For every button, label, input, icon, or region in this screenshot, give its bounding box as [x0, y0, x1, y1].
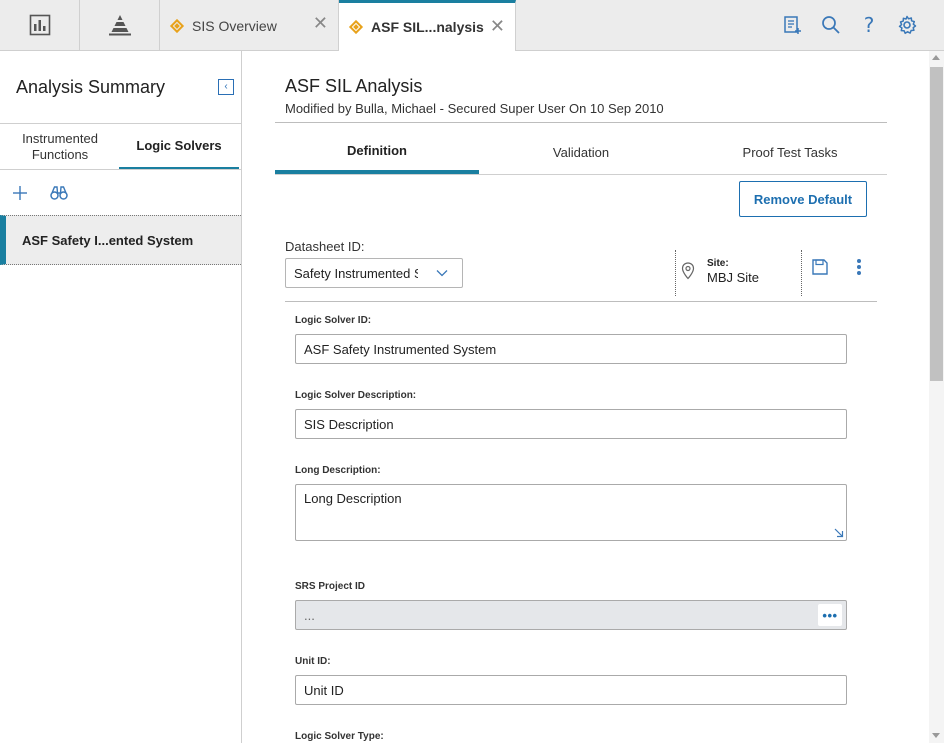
divider: [285, 301, 877, 302]
field-label: Logic Solver Description:: [295, 390, 417, 401]
long-description-field[interactable]: Long Description: [295, 484, 847, 541]
logic-solver-description-field[interactable]: SIS Description: [295, 409, 847, 439]
search-button[interactable]: [819, 13, 843, 37]
scrollbar[interactable]: [929, 51, 944, 743]
list-item[interactable]: ASF Safety I...ented System: [0, 215, 241, 265]
add-icon: [13, 186, 27, 200]
field-value: Long Description: [304, 491, 402, 506]
settings-button[interactable]: [895, 13, 919, 37]
modified-info: Modified by Bulla, Michael - Secured Sup…: [285, 101, 664, 116]
dashboard-icon: [29, 14, 50, 36]
close-icon[interactable]: ✕: [490, 17, 505, 37]
tab-label: Logic Solvers: [136, 137, 222, 153]
help-icon: ?: [863, 13, 875, 37]
tab-asf-sil-analysis[interactable]: ASF SIL...nalysis ✕: [339, 0, 516, 51]
tab-definition[interactable]: Definition: [275, 130, 479, 174]
field-value: ...: [304, 607, 315, 623]
tab-label: SIS Overview: [192, 17, 277, 34]
find-button[interactable]: [49, 183, 69, 203]
field-label: Long Description:: [295, 465, 381, 476]
tab-logic-solvers[interactable]: Logic Solvers: [119, 124, 239, 170]
logic-solver-id-field[interactable]: ASF Safety Instrumented System: [295, 334, 847, 364]
tab-label: Instrumented Functions: [22, 131, 98, 162]
tab-validation[interactable]: Validation: [479, 130, 683, 174]
close-icon[interactable]: ✕: [313, 14, 328, 34]
location-pin-icon: [681, 262, 695, 280]
search-icon: [822, 16, 840, 34]
field-label: Logic Solver Type:: [295, 731, 384, 742]
datasheet-select[interactable]: Safety Instrumented System: [285, 258, 463, 288]
lookup-button[interactable]: •••: [818, 604, 842, 626]
divider: [675, 250, 676, 296]
expand-icon[interactable]: [834, 528, 844, 538]
panel-title: Analysis Summary: [16, 77, 166, 97]
pyramid-icon: [108, 15, 131, 36]
diamond-icon: [169, 18, 185, 33]
new-record-icon: [784, 16, 801, 34]
srs-project-id-field[interactable]: ... •••: [295, 600, 847, 630]
field-label: Logic Solver ID:: [295, 315, 372, 326]
field-label: Unit ID:: [295, 656, 331, 667]
collapse-panel-button[interactable]: ‹: [218, 79, 234, 95]
more-vertical-icon: [857, 259, 861, 275]
save-icon: [812, 259, 828, 275]
divider: [275, 174, 887, 175]
scroll-down-arrow[interactable]: [932, 733, 940, 738]
divider: [0, 169, 241, 170]
tab-label: ASF SIL...nalysis: [371, 19, 484, 35]
site-label: Site:: [707, 258, 729, 269]
field-value: Unit ID: [304, 682, 344, 698]
datasheet-value: Safety Instrumented System: [294, 265, 418, 281]
unit-id-field[interactable]: Unit ID: [295, 675, 847, 705]
divider: [801, 250, 802, 296]
field-value: ASF Safety Instrumented System: [304, 341, 497, 357]
dashboard-button[interactable]: [0, 0, 80, 50]
tab-instrumented-functions[interactable]: Instrumented Functions: [0, 124, 120, 170]
scroll-thumb[interactable]: [930, 67, 943, 381]
field-value: SIS Description: [304, 416, 394, 432]
add-button[interactable]: [10, 183, 30, 203]
diamond-icon: [348, 19, 364, 35]
binoculars-icon: [50, 186, 68, 200]
remove-default-button[interactable]: Remove Default: [739, 181, 867, 217]
page-title: ASF SIL Analysis: [285, 76, 423, 96]
divider: [275, 122, 887, 123]
pyramid-button[interactable]: [80, 0, 160, 50]
datasheet-label: Datasheet ID:: [285, 239, 365, 254]
tab-label: Validation: [552, 144, 610, 160]
save-button[interactable]: [811, 258, 829, 276]
site-value: MBJ Site: [707, 270, 760, 285]
scroll-up-arrow[interactable]: [932, 55, 940, 60]
analysis-summary-panel: Analysis Summary ‹ Instrumented Function…: [0, 51, 242, 743]
field-label: SRS Project ID: [295, 581, 366, 592]
chevron-down-icon: [436, 270, 448, 277]
tab-label: Proof Test Tasks: [742, 144, 838, 160]
new-record-button[interactable]: [780, 13, 804, 37]
gear-icon: [898, 15, 917, 35]
chevron-left-icon: ‹: [224, 81, 228, 92]
list-item-label: ASF Safety I...ented System: [22, 232, 194, 248]
top-bar: SIS Overview ✕ ASF SIL...nalysis ✕ ?: [0, 0, 944, 51]
tab-sis-overview[interactable]: SIS Overview ✕: [160, 0, 339, 51]
more-options-button[interactable]: [851, 258, 867, 276]
tab-proof-test-tasks[interactable]: Proof Test Tasks: [688, 130, 892, 174]
help-button[interactable]: ?: [857, 13, 881, 37]
panel-tabs: Instrumented Functions Logic Solvers: [0, 123, 241, 170]
tab-label: Definition: [347, 142, 407, 158]
